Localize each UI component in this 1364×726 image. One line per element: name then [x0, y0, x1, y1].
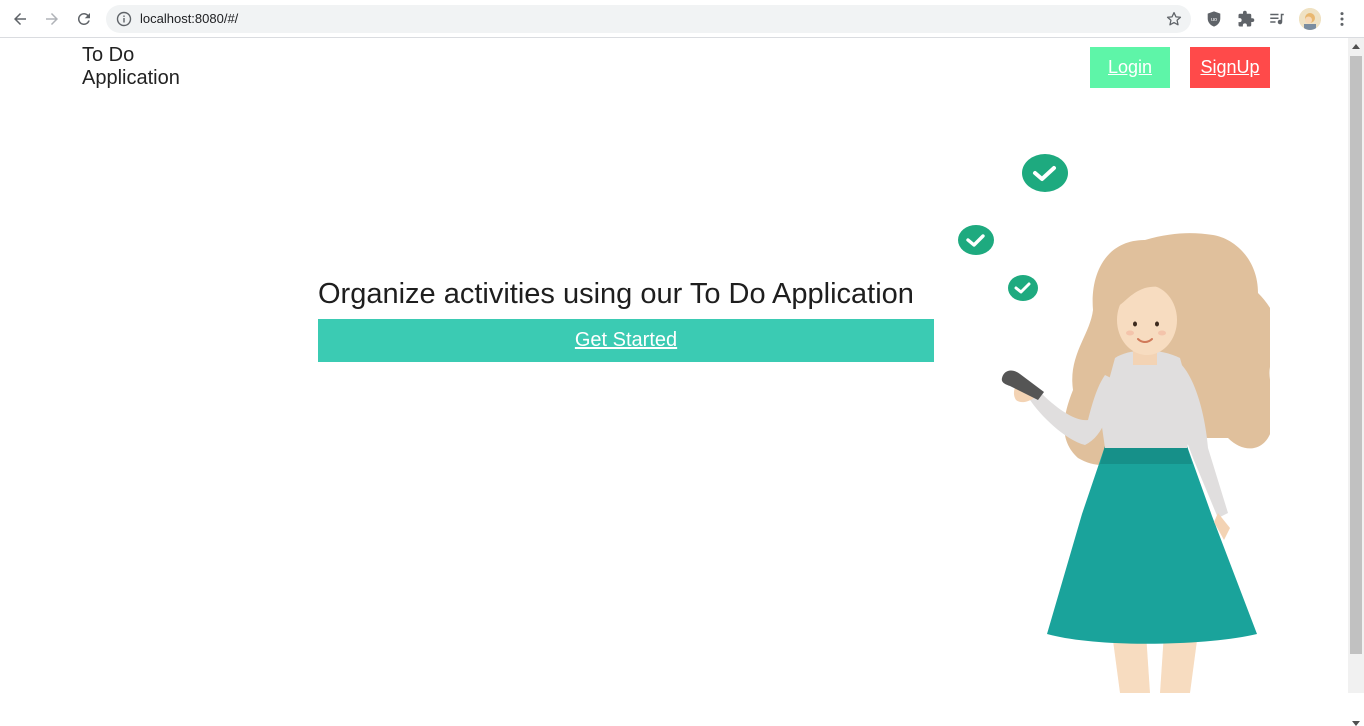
scroll-thumb[interactable]	[1350, 56, 1362, 654]
svg-text:uo: uo	[1211, 17, 1217, 23]
signup-button[interactable]: SignUp	[1190, 47, 1270, 88]
media-queue-icon	[1270, 13, 1284, 25]
star-icon[interactable]	[1165, 10, 1183, 28]
forward-button[interactable]	[40, 7, 64, 31]
woman-with-phone-illustration	[958, 154, 1270, 693]
url-text[interactable]: localhost:8080/#/	[140, 11, 238, 26]
check-badge-icon	[958, 225, 994, 255]
get-started-button[interactable]: Get Started	[318, 319, 934, 362]
scroll-up-arrow-icon[interactable]	[1352, 44, 1360, 49]
avatar-icon	[1299, 8, 1321, 30]
login-button[interactable]: Login	[1090, 47, 1170, 88]
page-content: To Do Application Login SignUp Organize …	[0, 38, 1348, 693]
scroll-down-arrow-icon[interactable]	[1352, 721, 1360, 726]
puzzle-piece-icon	[1238, 10, 1255, 27]
profile-avatar[interactable]	[1299, 8, 1321, 30]
forward-arrow-icon	[46, 13, 58, 25]
ublock-extension[interactable]: uo	[1204, 9, 1224, 29]
kebab-menu-icon	[1340, 12, 1344, 26]
ublock-shield-icon: uo	[1207, 11, 1221, 27]
check-badge-icon	[1008, 275, 1038, 301]
browser-menu-button[interactable]	[1332, 9, 1352, 29]
info-icon[interactable]	[116, 11, 132, 27]
browser-toolbar: localhost:8080/#/ uo	[0, 0, 1364, 38]
app-brand: To Do Application	[82, 44, 180, 89]
check-badge-icon	[1022, 154, 1068, 192]
reload-button[interactable]	[72, 7, 96, 31]
address-bar[interactable]: localhost:8080/#/	[106, 5, 1191, 33]
reload-icon	[77, 12, 90, 25]
back-arrow-icon	[14, 13, 26, 25]
page-scrollbar[interactable]	[1348, 38, 1364, 726]
media-queue-button[interactable]	[1267, 9, 1287, 29]
hero-headline: Organize activities using our To Do Appl…	[318, 278, 914, 310]
back-button[interactable]	[8, 7, 32, 31]
extensions-button[interactable]	[1236, 9, 1256, 29]
